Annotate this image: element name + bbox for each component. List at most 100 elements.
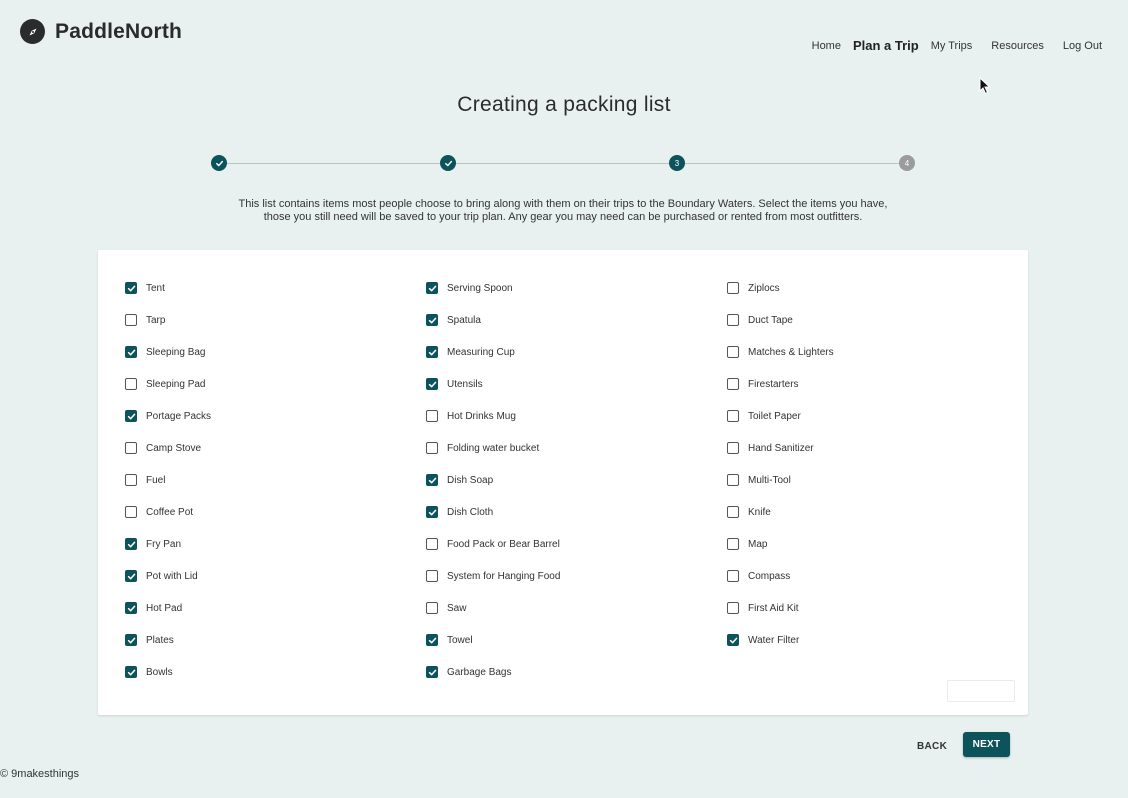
item-checkbox[interactable] <box>727 634 739 646</box>
packing-item[interactable]: Hot Drinks Mug <box>426 400 560 432</box>
nav-plan-a-trip[interactable]: Plan a Trip <box>853 38 919 53</box>
item-label: Map <box>748 538 768 550</box>
packing-item[interactable]: Tarp <box>125 304 211 336</box>
packing-item[interactable]: Hot Pad <box>125 592 211 624</box>
item-checkbox[interactable] <box>125 602 137 614</box>
item-checkbox[interactable] <box>727 474 739 486</box>
item-checkbox[interactable] <box>125 378 137 390</box>
packing-item[interactable]: Firestarters <box>727 368 834 400</box>
packing-item[interactable]: Plates <box>125 624 211 656</box>
item-checkbox[interactable] <box>426 378 438 390</box>
item-checkbox[interactable] <box>125 634 137 646</box>
check-icon <box>729 637 737 643</box>
item-checkbox[interactable] <box>426 282 438 294</box>
packing-item[interactable]: System for Hanging Food <box>426 560 560 592</box>
item-checkbox[interactable] <box>125 474 137 486</box>
packing-item[interactable]: Hand Sanitizer <box>727 432 834 464</box>
step-4-pending[interactable]: 4 <box>899 155 915 171</box>
packing-item[interactable]: Fry Pan <box>125 528 211 560</box>
item-checkbox[interactable] <box>125 666 137 678</box>
item-checkbox[interactable] <box>426 602 438 614</box>
packing-item[interactable]: Knife <box>727 496 834 528</box>
packing-item[interactable]: Saw <box>426 592 560 624</box>
packing-item[interactable]: Map <box>727 528 834 560</box>
packing-item[interactable]: Pot with Lid <box>125 560 211 592</box>
nav-resources[interactable]: Resources <box>991 40 1044 52</box>
item-label: Fuel <box>146 474 166 486</box>
item-checkbox[interactable] <box>727 538 739 550</box>
packing-item[interactable]: Spatula <box>426 304 560 336</box>
packing-item[interactable]: Matches & Lighters <box>727 336 834 368</box>
item-checkbox[interactable] <box>426 314 438 326</box>
brand[interactable]: PaddleNorth <box>20 19 182 44</box>
item-checkbox[interactable] <box>426 634 438 646</box>
item-checkbox[interactable] <box>426 442 438 454</box>
packing-item[interactable]: Measuring Cup <box>426 336 560 368</box>
packing-item[interactable]: Serving Spoon <box>426 272 560 304</box>
item-label: Bowls <box>146 666 173 678</box>
packing-item[interactable]: Folding water bucket <box>426 432 560 464</box>
check-icon <box>428 637 436 643</box>
stepper-connector <box>227 162 440 164</box>
item-checkbox[interactable] <box>727 282 739 294</box>
packing-item[interactable]: Sleeping Bag <box>125 336 211 368</box>
item-checkbox[interactable] <box>426 538 438 550</box>
item-checkbox[interactable] <box>426 570 438 582</box>
step-1-complete[interactable] <box>211 155 227 171</box>
packing-item[interactable]: Food Pack or Bear Barrel <box>426 528 560 560</box>
item-checkbox[interactable] <box>727 378 739 390</box>
item-checkbox[interactable] <box>727 602 739 614</box>
item-checkbox[interactable] <box>125 410 137 422</box>
item-label: Water Filter <box>748 634 800 646</box>
item-checkbox[interactable] <box>426 506 438 518</box>
packing-item[interactable]: Dish Soap <box>426 464 560 496</box>
packing-item[interactable]: Coffee Pot <box>125 496 211 528</box>
packing-item[interactable]: Multi-Tool <box>727 464 834 496</box>
item-checkbox[interactable] <box>727 346 739 358</box>
nav-home[interactable]: Home <box>812 40 841 52</box>
packing-item[interactable]: Garbage Bags <box>426 656 560 688</box>
item-checkbox[interactable] <box>727 506 739 518</box>
packing-item[interactable]: Sleeping Pad <box>125 368 211 400</box>
packing-item[interactable]: Tent <box>125 272 211 304</box>
packing-item[interactable]: Bowls <box>125 656 211 688</box>
item-checkbox[interactable] <box>727 442 739 454</box>
item-checkbox[interactable] <box>125 442 137 454</box>
item-checkbox[interactable] <box>727 570 739 582</box>
packing-item[interactable]: Water Filter <box>727 624 834 656</box>
back-button[interactable]: BACK <box>910 735 954 757</box>
item-checkbox[interactable] <box>125 538 137 550</box>
nav-log-out[interactable]: Log Out <box>1063 40 1102 52</box>
next-button[interactable]: NEXT <box>963 732 1010 757</box>
step-2-complete[interactable] <box>440 155 456 171</box>
packing-item[interactable]: Dish Cloth <box>426 496 560 528</box>
item-checkbox[interactable] <box>426 410 438 422</box>
blank-field[interactable] <box>947 680 1015 702</box>
item-checkbox[interactable] <box>426 666 438 678</box>
item-checkbox[interactable] <box>125 314 137 326</box>
item-checkbox[interactable] <box>125 506 137 518</box>
packing-item[interactable]: First Aid Kit <box>727 592 834 624</box>
item-label: Duct Tape <box>748 314 793 326</box>
check-icon <box>428 381 436 387</box>
item-label: Ziplocs <box>748 282 780 294</box>
packing-item[interactable]: Towel <box>426 624 560 656</box>
packing-item[interactable]: Ziplocs <box>727 272 834 304</box>
item-checkbox[interactable] <box>125 346 137 358</box>
packing-item[interactable]: Camp Stove <box>125 432 211 464</box>
item-checkbox[interactable] <box>426 346 438 358</box>
item-checkbox[interactable] <box>125 570 137 582</box>
step-3-current[interactable]: 3 <box>669 155 685 171</box>
packing-item[interactable]: Utensils <box>426 368 560 400</box>
item-checkbox[interactable] <box>727 314 739 326</box>
item-checkbox[interactable] <box>727 410 739 422</box>
packing-item[interactable]: Portage Packs <box>125 400 211 432</box>
item-checkbox[interactable] <box>426 474 438 486</box>
nav-my-trips[interactable]: My Trips <box>931 40 973 52</box>
item-label: Towel <box>447 634 473 646</box>
item-checkbox[interactable] <box>125 282 137 294</box>
packing-item[interactable]: Compass <box>727 560 834 592</box>
packing-item[interactable]: Fuel <box>125 464 211 496</box>
packing-item[interactable]: Toilet Paper <box>727 400 834 432</box>
packing-item[interactable]: Duct Tape <box>727 304 834 336</box>
